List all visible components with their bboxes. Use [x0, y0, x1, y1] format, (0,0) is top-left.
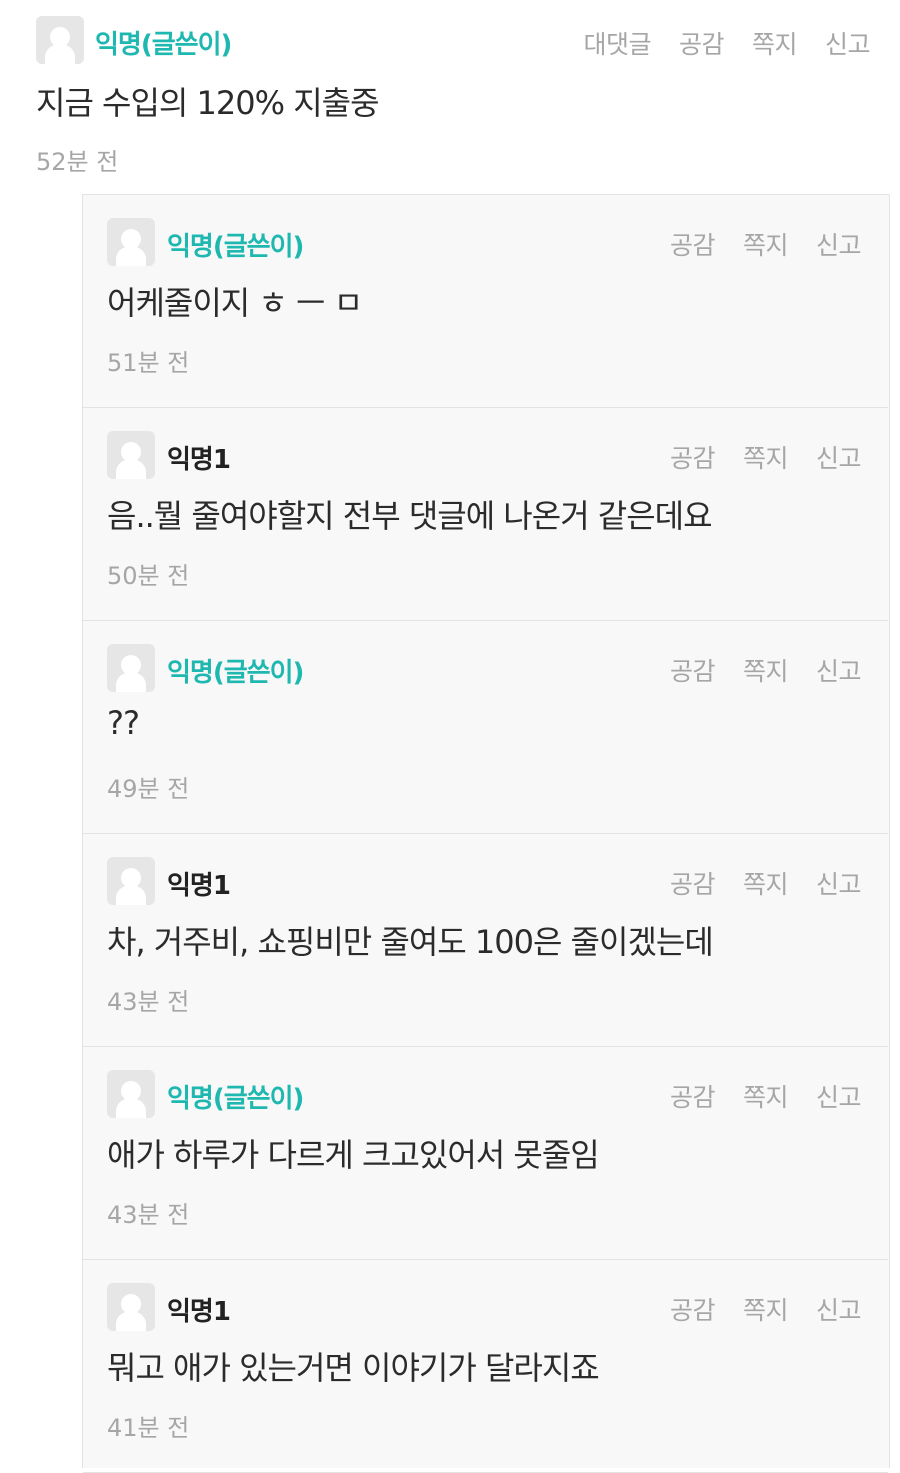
default-avatar-icon — [107, 644, 155, 692]
reply-button[interactable]: 대댓글 — [583, 25, 651, 61]
like-button[interactable]: 공감 — [670, 439, 716, 475]
reply-actions: 공감 쪽지 신고 — [670, 1291, 862, 1327]
reply-author[interactable]: 익명(글쓴이) — [167, 652, 304, 689]
like-button[interactable]: 공감 — [670, 1078, 716, 1114]
reply-actions: 공감 쪽지 신고 — [670, 1078, 862, 1114]
reply-author[interactable]: 익명1 — [167, 439, 231, 476]
reply-text: 뭐고 애가 있는거면 이야기가 달라지죠 — [107, 1349, 600, 1387]
comment-text: 지금 수입의 120% 지출중 — [36, 84, 380, 122]
reply-item: 익명1 공감 쪽지 신고 차, 거주비, 쇼핑비만 줄여도 100은 줄이겠는데… — [83, 834, 888, 1047]
reply-time: 51분 전 — [107, 349, 190, 377]
reply-time: 50분 전 — [107, 562, 190, 590]
report-button[interactable]: 신고 — [816, 439, 862, 475]
default-avatar-icon — [107, 1070, 155, 1118]
reply-author[interactable]: 익명1 — [167, 1291, 231, 1328]
reply-author[interactable]: 익명(글쓴이) — [167, 226, 304, 263]
reply-time: 43분 전 — [107, 1201, 190, 1229]
comment-actions: 대댓글 공감 쪽지 신고 — [583, 25, 870, 61]
reply-actions: 공감 쪽지 신고 — [670, 865, 862, 901]
reply-time: 43분 전 — [107, 988, 190, 1016]
reply-time: 49분 전 — [107, 775, 190, 803]
reply-text: 차, 거주비, 쇼핑비만 줄여도 100은 줄이겠는데 — [107, 923, 714, 961]
report-button[interactable]: 신고 — [816, 1291, 862, 1327]
comment-time: 52분 전 — [36, 148, 119, 176]
message-button[interactable]: 쪽지 — [743, 865, 789, 901]
reply-author[interactable]: 익명1 — [167, 865, 231, 902]
reply-author[interactable]: 익명(글쓴이) — [167, 1078, 304, 1115]
reply-time: 41분 전 — [107, 1414, 190, 1442]
report-button[interactable]: 신고 — [825, 25, 871, 61]
reply-item: 익명(글쓴이) 공감 쪽지 신고 애가 하루가 다르게 크고있어서 못줄임 43… — [83, 1047, 888, 1260]
comment-author[interactable]: 익명(글쓴이) — [95, 24, 232, 61]
reply-item: 익명1 공감 쪽지 신고 음..뭘 줄여야할지 전부 댓글에 나온거 같은데요 … — [83, 408, 888, 621]
message-button[interactable]: 쪽지 — [743, 439, 789, 475]
reply-actions: 공감 쪽지 신고 — [670, 652, 862, 688]
message-button[interactable]: 쪽지 — [743, 1078, 789, 1114]
default-avatar-icon — [107, 1283, 155, 1331]
message-button[interactable]: 쪽지 — [752, 25, 798, 61]
reply-text: 애가 하루가 다르게 크고있어서 못줄임 — [107, 1136, 600, 1174]
report-button[interactable]: 신고 — [816, 1078, 862, 1114]
default-avatar-icon — [107, 218, 155, 266]
default-avatar-icon — [107, 857, 155, 905]
message-button[interactable]: 쪽지 — [743, 226, 789, 262]
like-button[interactable]: 공감 — [670, 865, 716, 901]
message-button[interactable]: 쪽지 — [743, 652, 789, 688]
like-button[interactable]: 공감 — [670, 652, 716, 688]
reply-item: 익명1 공감 쪽지 신고 뭐고 애가 있는거면 이야기가 달라지죠 41분 전 — [83, 1260, 888, 1473]
reply-text: 어케줄이지 ㅎ ㅡ ㅁ — [107, 284, 363, 322]
reply-text: ?? — [107, 704, 140, 742]
replies-thread: 익명(글쓴이) 공감 쪽지 신고 어케줄이지 ㅎ ㅡ ㅁ 51분 전 익명1 공… — [82, 194, 890, 1473]
report-button[interactable]: 신고 — [816, 865, 862, 901]
default-avatar-icon — [36, 16, 84, 64]
reply-item: 익명(글쓴이) 공감 쪽지 신고 ?? 49분 전 — [83, 621, 888, 834]
like-button[interactable]: 공감 — [679, 25, 725, 61]
reply-actions: 공감 쪽지 신고 — [670, 226, 862, 262]
reply-actions: 공감 쪽지 신고 — [670, 439, 862, 475]
reply-text: 음..뭘 줄여야할지 전부 댓글에 나온거 같은데요 — [107, 497, 713, 535]
report-button[interactable]: 신고 — [816, 652, 862, 688]
reply-item: 익명(글쓴이) 공감 쪽지 신고 어케줄이지 ㅎ ㅡ ㅁ 51분 전 — [83, 195, 888, 408]
default-avatar-icon — [107, 431, 155, 479]
report-button[interactable]: 신고 — [816, 226, 862, 262]
like-button[interactable]: 공감 — [670, 226, 716, 262]
like-button[interactable]: 공감 — [670, 1291, 716, 1327]
message-button[interactable]: 쪽지 — [743, 1291, 789, 1327]
